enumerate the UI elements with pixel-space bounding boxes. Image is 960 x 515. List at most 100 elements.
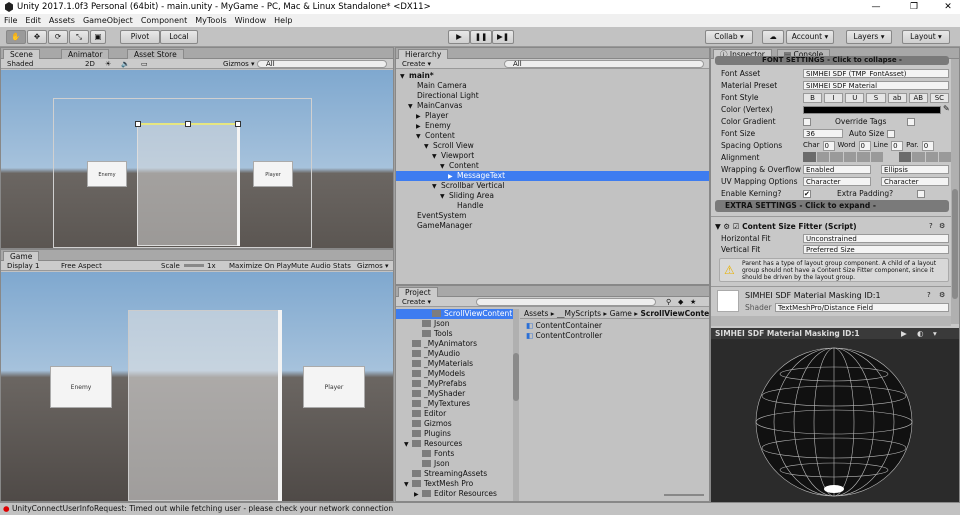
breadcrumb-assets[interactable]: Assets (520, 309, 548, 318)
project-folder[interactable]: ▶ Editor Resources (396, 489, 514, 499)
menu-window[interactable]: Window (231, 16, 271, 25)
scale-slider[interactable] (184, 264, 204, 267)
project-folder[interactable]: Json (396, 319, 514, 329)
settings-icon[interactable]: ⚙ (939, 222, 945, 230)
uv-mapping-dropdown[interactable]: Character (803, 177, 871, 186)
project-folder[interactable]: _MyAudio (396, 349, 514, 359)
hierarchy-item[interactable]: Main Camera (396, 81, 709, 91)
project-folder[interactable]: Fonts (396, 449, 514, 459)
color-vertex-swatch[interactable] (803, 106, 941, 114)
tab-animator[interactable]: Animator (61, 49, 110, 59)
rotate-tool-button[interactable]: ⟳ (48, 30, 68, 44)
extra-padding-checkbox[interactable] (917, 190, 925, 198)
hierarchy-item[interactable]: ▶ Player (396, 111, 709, 121)
override-tags-checkbox[interactable] (907, 118, 915, 126)
breadcrumb-myscripts[interactable]: __MyScripts (557, 309, 601, 318)
audio-icon[interactable]: 🔈 (121, 59, 130, 69)
account-button[interactable]: Account ▾ (786, 30, 834, 44)
scroll-view-rect[interactable] (137, 124, 238, 246)
menu-file[interactable]: File (0, 16, 21, 25)
csf-enabled-checkbox[interactable]: ☑ (733, 222, 740, 231)
maximize-on-play-toggle[interactable]: Maximize On Play (229, 261, 291, 271)
wrapping-dropdown[interactable]: Enabled (803, 165, 871, 174)
rect-handle[interactable] (135, 121, 141, 127)
project-folder[interactable]: Json (396, 459, 514, 469)
font-settings-header[interactable]: FONT SETTINGS - Click to collapse - (715, 56, 949, 65)
scene-enemy-card[interactable]: Enemy (87, 161, 127, 187)
project-folder[interactable]: Gizmos (396, 419, 514, 429)
tab-game[interactable]: Game (3, 251, 40, 261)
hierarchy-item[interactable]: ▶ MessageText (396, 171, 709, 181)
project-folder[interactable]: ▼ Resources (396, 439, 514, 449)
project-folder[interactable]: Editor (396, 409, 514, 419)
font-style-button[interactable]: SC (929, 93, 949, 103)
project-folder[interactable]: StreamingAssets (396, 469, 514, 479)
scrollbar-thumb[interactable] (513, 353, 519, 401)
font-style-button[interactable]: I (824, 93, 844, 103)
font-style-button[interactable]: ab (887, 93, 907, 103)
color-gradient-checkbox[interactable] (803, 118, 811, 126)
game-scrollbar[interactable] (278, 310, 282, 501)
uv-mapping-dropdown-2[interactable]: Character (881, 177, 949, 186)
minimize-button[interactable]: — (864, 0, 888, 14)
shader-dropdown[interactable]: TextMeshPro/Distance Field (775, 303, 949, 312)
layout-dropdown[interactable]: Layout ▾ (902, 30, 950, 44)
project-folder[interactable]: _MyMaterials (396, 359, 514, 369)
menu-help[interactable]: Help (270, 16, 296, 25)
star-icon[interactable]: ★ (690, 297, 696, 307)
project-tree-scrollbar[interactable] (513, 309, 519, 501)
project-folder[interactable]: ScrollViewContent (396, 309, 514, 319)
breadcrumb-game[interactable]: Game (610, 309, 632, 318)
project-folder[interactable]: Tools (396, 329, 514, 339)
menu-edit[interactable]: Edit (21, 16, 45, 25)
stats-toggle[interactable]: Stats (333, 261, 351, 271)
project-folder[interactable]: _MyTextures (396, 399, 514, 409)
tab-project[interactable]: Project (398, 287, 438, 297)
font-style-button[interactable]: AB (908, 93, 928, 103)
project-search-input[interactable] (476, 298, 656, 306)
display-dropdown[interactable]: Display 1 (7, 261, 39, 271)
hierarchy-item[interactable]: ▼ Content (396, 161, 709, 171)
hierarchy-item[interactable]: ▼ main* (396, 71, 709, 81)
preview-settings-icon[interactable]: ◐ (917, 328, 924, 339)
csf-header[interactable]: ▼ ⚙ ☑ Content Size Fitter (Script) (715, 222, 857, 232)
hierarchy-item[interactable]: Handle (396, 201, 709, 211)
settings-icon[interactable]: ⚙ (939, 291, 945, 299)
hierarchy-item[interactable]: ▼ MainCanvas (396, 101, 709, 111)
material-preset-dropdown[interactable]: SIMHEI SDF Material (803, 81, 949, 90)
spacing-input[interactable]: 0 (891, 141, 904, 151)
expand-arrow-icon[interactable]: ▼ (404, 480, 412, 490)
hierarchy-item[interactable]: GameManager (396, 221, 709, 231)
font-style-button[interactable]: B (803, 93, 823, 103)
hierarchy-item[interactable]: ▼ Scroll View (396, 141, 709, 151)
game-scroll-view[interactable] (128, 310, 279, 501)
expand-arrow-icon[interactable]: ▶ (414, 490, 422, 500)
align-right-icon[interactable] (830, 152, 843, 162)
hierarchy-item[interactable]: Directional Light (396, 91, 709, 101)
menu-mytools[interactable]: MyTools (191, 16, 230, 25)
auto-size-checkbox[interactable] (887, 130, 895, 138)
2d-toggle[interactable]: 2D (85, 59, 95, 69)
project-create-button[interactable]: Create ▾ (402, 297, 431, 307)
scale-tool-button[interactable]: ⤡ (69, 30, 89, 44)
game-enemy-card[interactable]: Enemy (50, 366, 112, 408)
mute-audio-toggle[interactable]: Mute Audio (291, 261, 331, 271)
align-bottom-icon[interactable] (925, 152, 938, 162)
help-icon[interactable]: ? (929, 222, 933, 230)
overflow-dropdown[interactable]: Ellipsis (881, 165, 949, 174)
aspect-dropdown[interactable]: Free Aspect (61, 261, 102, 271)
menu-assets[interactable]: Assets (45, 16, 79, 25)
tab-scene[interactable]: Scene (3, 49, 40, 59)
list-item[interactable]: ◧ ContentContainer (526, 321, 602, 331)
pivot-toggle[interactable]: Pivot (120, 30, 160, 44)
font-style-button[interactable]: S (866, 93, 886, 103)
inspector-vscroll[interactable] (951, 59, 959, 324)
spacing-input[interactable]: 0 (822, 141, 835, 151)
kerning-checkbox[interactable]: ✔ (803, 190, 811, 198)
game-viewport[interactable]: Enemy Player (1, 272, 393, 501)
align-left-icon[interactable] (803, 152, 816, 162)
collab-button[interactable]: Collab ▾ (705, 30, 753, 44)
font-style-button[interactable]: U (845, 93, 865, 103)
step-button[interactable]: ▶❚ (492, 30, 514, 44)
align-flush-icon[interactable] (857, 152, 870, 162)
